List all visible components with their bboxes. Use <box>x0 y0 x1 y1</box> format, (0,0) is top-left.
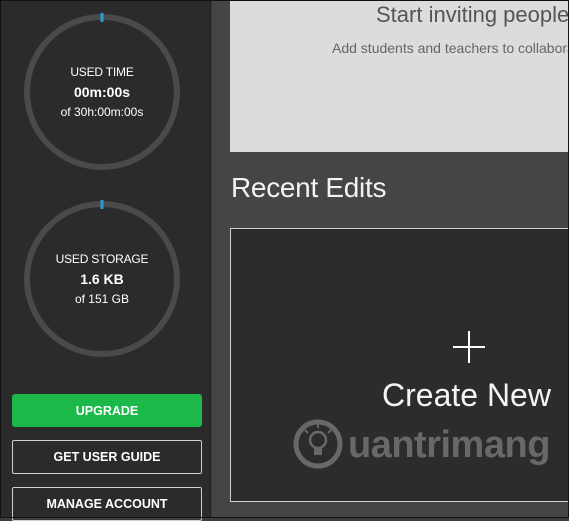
watermark: uantrimang <box>292 416 562 476</box>
get-user-guide-button[interactable]: GET USER GUIDE <box>12 440 202 474</box>
used-time-value: 00m:00s <box>73 84 131 100</box>
main-content: Start inviting people Add students and t… <box>212 0 569 518</box>
create-new-card[interactable]: Create New uantrimang <box>230 228 569 502</box>
used-time-total: of 30h:00m:00s <box>60 105 144 119</box>
used-storage-total: of 151 GB <box>74 292 130 306</box>
plus-icon <box>453 331 485 363</box>
create-new-label: Create New <box>382 377 551 413</box>
upgrade-button[interactable]: UPGRADE <box>12 394 202 427</box>
sidebar: USED TIME 00m:00s of 30h:00m:00s USED ST… <box>0 0 211 521</box>
used-storage-value: 1.6 KB <box>80 271 124 287</box>
watermark-text: uantrimang <box>348 424 550 466</box>
invite-panel: Start inviting people Add students and t… <box>230 0 569 152</box>
used-storage-title: USED STORAGE <box>55 252 149 266</box>
used-storage-gauge: USED STORAGE 1.6 KB of 151 GB <box>22 199 182 359</box>
invite-title: Start inviting people <box>376 2 569 27</box>
recent-edits-title: Recent Edits <box>231 172 387 203</box>
manage-account-button[interactable]: MANAGE ACCOUNT <box>12 487 202 521</box>
used-time-gauge: USED TIME 00m:00s of 30h:00m:00s <box>22 12 182 172</box>
invite-subtitle: Add students and teachers to collaborate <box>332 40 569 56</box>
used-time-title: USED TIME <box>70 65 134 79</box>
lightbulb-logo-icon <box>293 419 343 469</box>
